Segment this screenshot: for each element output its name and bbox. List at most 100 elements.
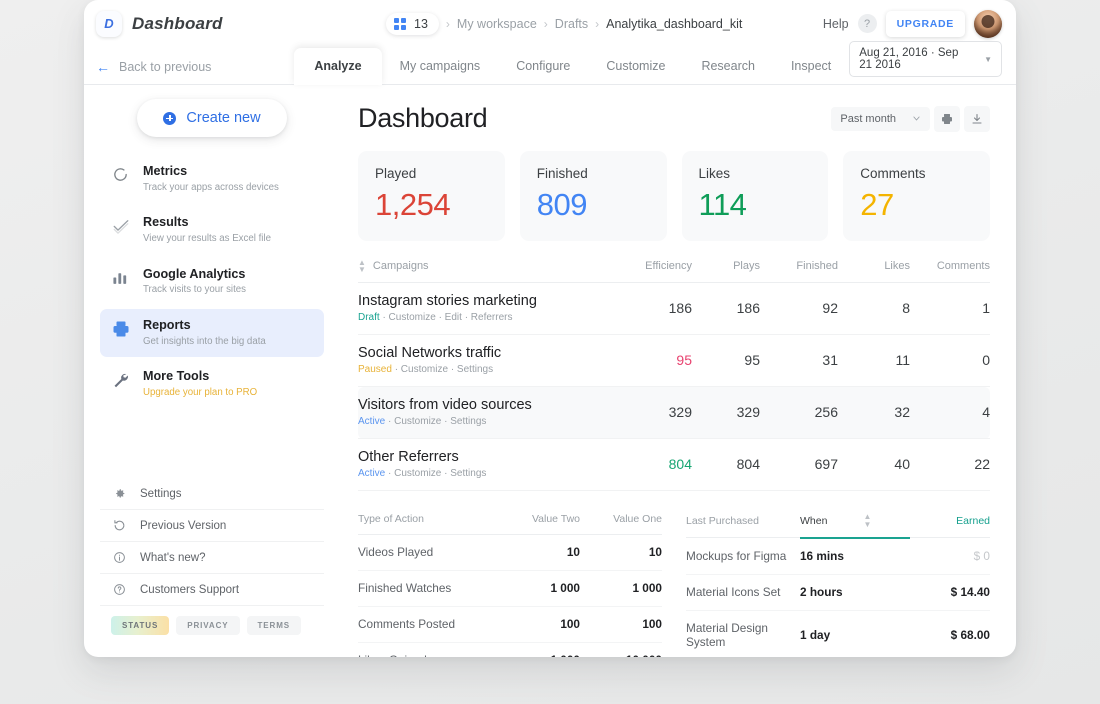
sidebar-item-more-tools[interactable]: More Tools Upgrade your plan to PRO	[100, 360, 324, 408]
sidebar-item-metrics[interactable]: Metrics Track your apps across devices	[100, 155, 324, 203]
column-plays[interactable]: Plays	[692, 259, 760, 284]
sidebar-item-title: Results	[143, 215, 189, 230]
help-link[interactable]: Help	[823, 17, 849, 31]
breadcrumb-item-drafts[interactable]: Drafts	[555, 17, 588, 31]
table-row[interactable]: Instagram stories marketing Draft · Cust…	[358, 282, 990, 336]
purchases-table-head: Last Purchased When ▲ ▼ Earned	[686, 513, 990, 539]
tab-inspect[interactable]: Inspect	[773, 50, 849, 84]
sidebar-item-previous-version[interactable]: Previous Version	[100, 510, 324, 542]
column-when[interactable]: When ▲ ▼	[800, 513, 910, 539]
table-row[interactable]: Comments Posted 100 100	[358, 606, 662, 644]
table-row[interactable]: Material Design System 1 day $ 68.00	[686, 610, 990, 657]
column-likes[interactable]: Likes	[838, 259, 910, 284]
campaign-meta: Paused · Customize · Settings	[358, 364, 596, 375]
campaign-cell: Social Networks traffic Paused · Customi…	[358, 334, 596, 388]
sidebar-item-title: Google Analytics	[143, 266, 246, 281]
create-new-button[interactable]: Create new	[137, 99, 287, 137]
purchases-table-body: Mockups for Figma 16 mins $ 0 Material I…	[686, 537, 990, 657]
column-finished[interactable]: Finished	[760, 259, 838, 284]
printer-icon	[111, 318, 130, 338]
finished-cell: 256	[760, 386, 838, 440]
stat-value: 1,254	[375, 187, 451, 222]
chevron-right-icon: ›	[543, 16, 548, 31]
column-comments[interactable]: Comments	[910, 259, 990, 284]
column-type-of-action[interactable]: Type of Action	[358, 513, 498, 536]
stat-label: Comments	[860, 166, 926, 181]
column-last-purchased[interactable]: Last Purchased	[686, 513, 800, 539]
help-icon[interactable]: ?	[857, 14, 877, 33]
sort-arrows-icon[interactable]: ▲ ▼	[863, 513, 871, 528]
plays-cell: 95	[692, 334, 760, 388]
tab-analyze[interactable]: Analyze	[294, 48, 382, 85]
column-value-two[interactable]: Value Two	[498, 513, 580, 536]
stat-card-likes: Likes 114	[681, 151, 829, 241]
column-earned[interactable]: Earned	[910, 513, 990, 539]
status-pill[interactable]: STATUS	[111, 616, 170, 635]
bar-chart-icon	[111, 267, 130, 286]
table-row[interactable]: Finished Watches 1 000 1 000	[358, 570, 662, 608]
avatar[interactable]	[974, 9, 1002, 38]
purchase-earned: $ 14.40	[910, 574, 990, 611]
sidebar-item-whats-new[interactable]: What's new?	[100, 542, 324, 574]
sidebar-item-google-analytics[interactable]: Google Analytics Track visits to your si…	[100, 258, 324, 306]
purchase-when: 1 day	[800, 610, 910, 657]
column-value-one[interactable]: Value One	[580, 513, 662, 536]
table-row[interactable]: Material Icons Set 2 hours $ 14.40	[686, 574, 990, 611]
campaign-meta-links[interactable]: · Customize · Settings	[385, 416, 486, 427]
purchase-earned: $ 68.00	[910, 610, 990, 657]
campaign-meta-links[interactable]: · Customize · Settings	[392, 364, 493, 375]
column-efficiency[interactable]: Efficiency	[596, 259, 692, 284]
upgrade-button[interactable]: UPGRADE	[885, 10, 965, 37]
breadcrumb-item-workspace[interactable]: My workspace	[457, 17, 537, 31]
sort-arrows-icon: ▲ ▼	[358, 258, 366, 275]
column-label: When	[800, 514, 828, 527]
table-row[interactable]: Mockups for Figma 16 mins $ 0	[686, 537, 990, 575]
back-to-previous-button[interactable]: ← Back to previous	[96, 60, 286, 84]
check-icon	[111, 215, 130, 235]
top-bar: D Dashboard 13 › My workspace › Drafts ›…	[84, 0, 1016, 47]
sidebar-item-results[interactable]: Results View your results as Excel file	[100, 206, 324, 254]
purchase-when: 16 mins	[800, 537, 910, 575]
period-select[interactable]: Past month	[831, 106, 930, 131]
workspace-count-chip[interactable]: 13	[386, 12, 439, 35]
print-button[interactable]	[934, 105, 960, 132]
action-name: Finished Watches	[358, 570, 498, 608]
arrow-left-icon: ←	[96, 59, 110, 75]
campaign-status: Draft	[358, 312, 380, 324]
value-one: 1 000	[580, 570, 662, 608]
plays-cell: 186	[692, 282, 760, 336]
sidebar-item-customers-support[interactable]: Customers Support	[100, 574, 324, 606]
comments-cell: 0	[910, 334, 990, 388]
table-row[interactable]: Social Networks traffic Paused · Customi…	[358, 334, 990, 388]
main-header: Dashboard Past month	[358, 103, 990, 134]
privacy-pill[interactable]: PRIVACY	[176, 616, 240, 635]
main-content: Dashboard Past month Played 1,254 Finish…	[340, 85, 1016, 657]
value-one: 100	[580, 606, 662, 644]
campaign-meta-links[interactable]: · Customize · Settings	[385, 468, 486, 479]
tabs: Analyze My campaigns Configure Customize…	[294, 48, 849, 85]
sidebar-item-reports[interactable]: Reports Get insights into the big data	[100, 309, 324, 358]
campaign-meta-links[interactable]: · Customize · Edit · Referrers	[380, 312, 512, 323]
table-row[interactable]: Visitors from video sources Active · Cus…	[358, 386, 990, 440]
date-range-picker[interactable]: Aug 21, 2016 · Sep 21 2016 ▼	[849, 41, 1002, 77]
table-row[interactable]: Other Referrers Active · Customize · Set…	[358, 438, 990, 492]
campaigns-table-body: Instagram stories marketing Draft · Cust…	[358, 282, 990, 492]
breadcrumb-current: Analytika_dashboard_kit	[606, 16, 743, 31]
campaigns-table: ▲ ▼ Campaigns Efficiency Plays Finished L…	[358, 258, 990, 492]
column-campaigns[interactable]: ▲ ▼ Campaigns	[358, 258, 596, 284]
comments-cell: 1	[910, 282, 990, 336]
tab-customize[interactable]: Customize	[588, 50, 683, 84]
tab-configure[interactable]: Configure	[498, 50, 588, 84]
brand[interactable]: D Dashboard	[96, 10, 386, 37]
sidebar-footer-label: Previous Version	[140, 519, 227, 532]
terms-pill[interactable]: TERMS	[246, 616, 301, 635]
table-header-row: Last Purchased When ▲ ▼ Earned	[686, 513, 990, 539]
sidebar-item-settings[interactable]: Settings	[100, 478, 324, 510]
table-row[interactable]: Likes Gained 1 000 10 000	[358, 642, 662, 657]
tab-my-campaigns[interactable]: My campaigns	[382, 50, 499, 84]
tab-research[interactable]: Research	[683, 50, 773, 84]
gear-icon	[111, 487, 127, 500]
download-button[interactable]	[964, 105, 990, 132]
table-row[interactable]: Videos Played 10 10	[358, 534, 662, 572]
